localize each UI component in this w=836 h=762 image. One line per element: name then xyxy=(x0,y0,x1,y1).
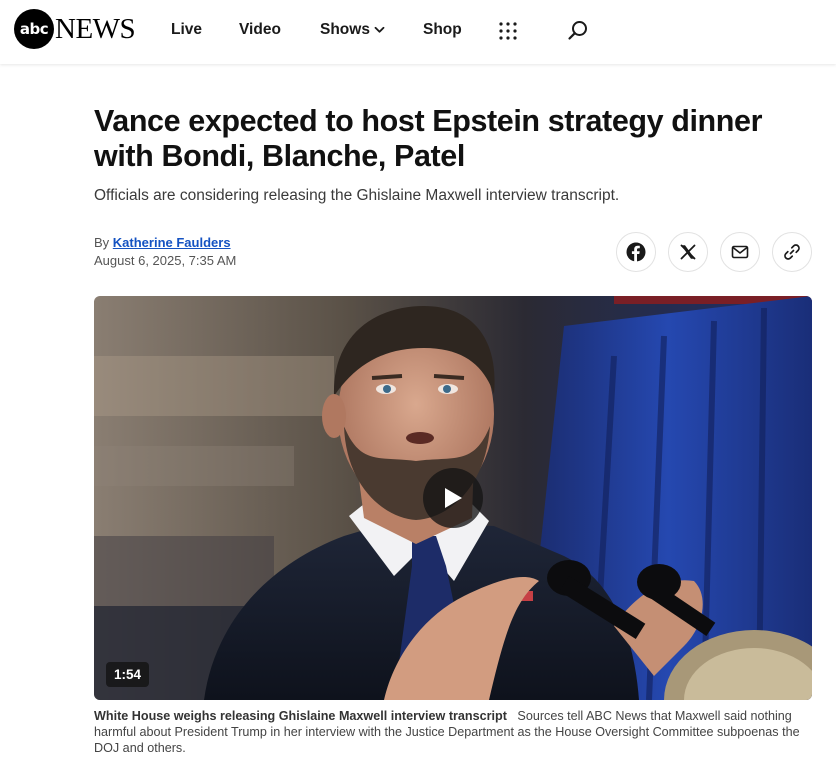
chevron-down-icon xyxy=(374,26,385,33)
nav-shows[interactable]: Shows xyxy=(320,0,385,60)
nav-live-label: Live xyxy=(171,21,203,38)
x-icon xyxy=(680,244,696,260)
video-caption: White House weighs releasing Ghislaine M… xyxy=(94,708,812,756)
search-icon[interactable] xyxy=(567,19,589,41)
mail-icon xyxy=(731,245,749,259)
nav-live[interactable]: Live xyxy=(171,0,202,60)
play-icon xyxy=(445,488,462,508)
share-email-button[interactable] xyxy=(720,232,760,272)
grid-menu-icon[interactable] xyxy=(499,22,517,40)
site-header: abc NEWS Live Video Shows Shop xyxy=(0,0,836,64)
video-caption-spacer xyxy=(510,709,514,723)
share-x-button[interactable] xyxy=(668,232,708,272)
video-caption-title: White House weighs releasing Ghislaine M… xyxy=(94,709,507,723)
article-subhead: Officials are considering releasing the … xyxy=(94,187,620,204)
byline: By Katherine Faulders xyxy=(94,235,231,250)
byline-prefix: By xyxy=(94,235,113,250)
author-link[interactable]: Katherine Faulders xyxy=(113,235,231,250)
video-duration-badge: 1:54 xyxy=(106,662,149,687)
nav-shows-label: Shows xyxy=(320,21,370,38)
abc-news-logo[interactable]: abc NEWS xyxy=(14,8,136,50)
video-player[interactable]: 1:54 xyxy=(94,296,812,700)
link-icon xyxy=(784,244,800,260)
play-button[interactable] xyxy=(423,468,483,528)
copy-link-button[interactable] xyxy=(772,232,812,272)
logo-wordmark: NEWS xyxy=(55,12,136,45)
nav-video[interactable]: Video xyxy=(239,0,281,60)
logo-circle: abc xyxy=(14,9,54,49)
nav-video-label: Video xyxy=(239,21,281,38)
article-headline: Vance expected to host Epstein strategy … xyxy=(94,104,763,173)
publish-date: August 6, 2025, 7:35 AM xyxy=(94,253,237,268)
nav-shop-label: Shop xyxy=(423,21,462,38)
facebook-icon xyxy=(626,242,646,262)
share-facebook-button[interactable] xyxy=(616,232,656,272)
nav-shop[interactable]: Shop xyxy=(423,0,462,60)
